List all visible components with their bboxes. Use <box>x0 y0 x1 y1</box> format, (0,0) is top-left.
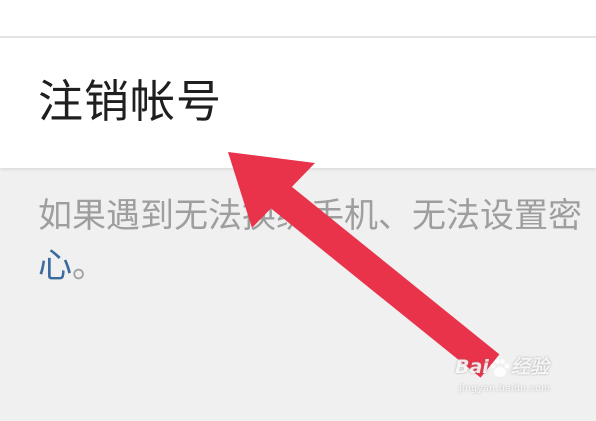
watermark-url: jingyan.baidu.com <box>459 383 551 394</box>
baidu-jingyan-watermark: Bai 经验 jingyan.baidu.com <box>455 356 551 395</box>
red-arrow-shaft <box>262 178 500 378</box>
watermark-brand-left: Bai <box>455 356 489 378</box>
baidu-paw-icon <box>490 358 510 377</box>
watermark-brand-right: 经验 <box>510 356 549 378</box>
watermark-brand: Bai 经验 <box>455 356 551 379</box>
